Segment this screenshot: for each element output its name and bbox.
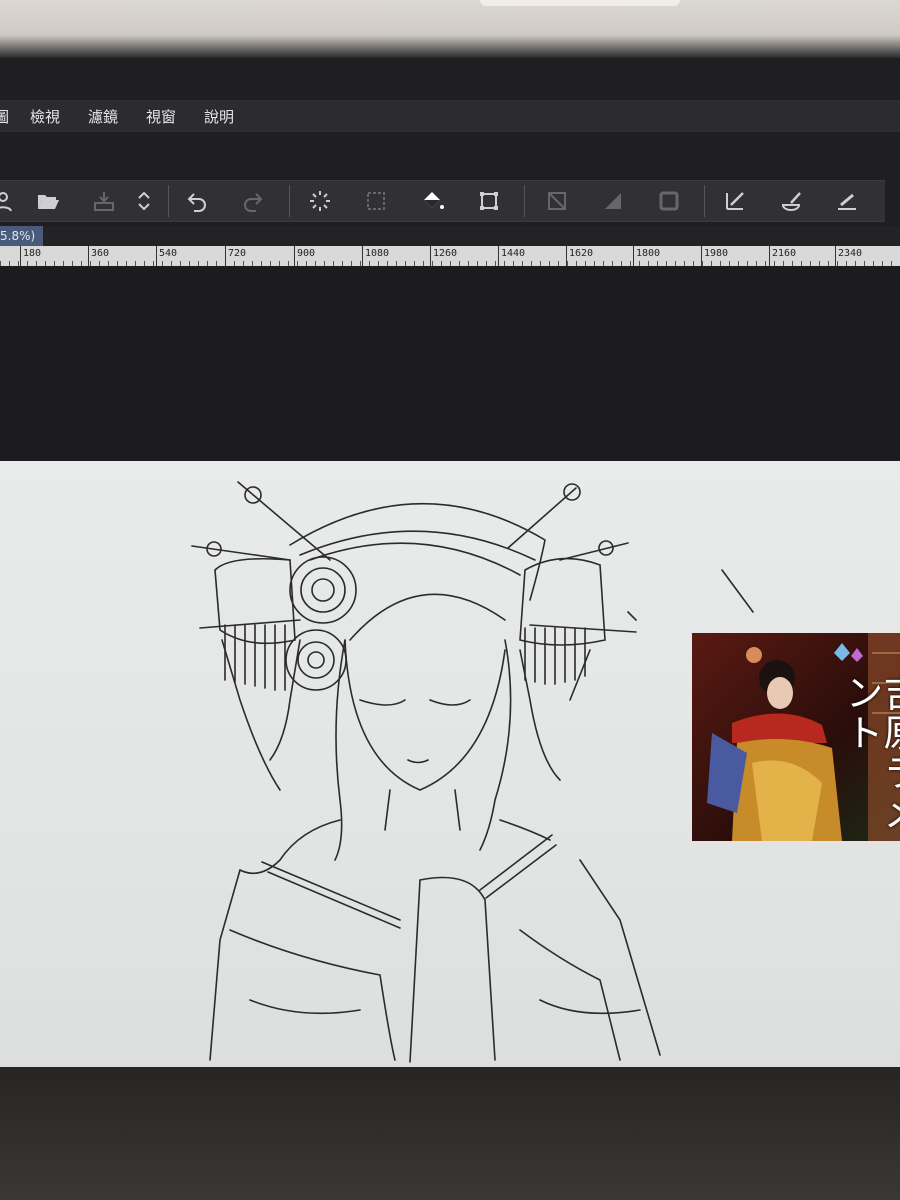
artwork-title: 吉原ラメント bbox=[839, 673, 900, 833]
sketch-drawing bbox=[191, 481, 754, 1063]
device-bottom bbox=[0, 1067, 900, 1200]
reference-artwork: 吉原ラメント bbox=[692, 633, 900, 841]
